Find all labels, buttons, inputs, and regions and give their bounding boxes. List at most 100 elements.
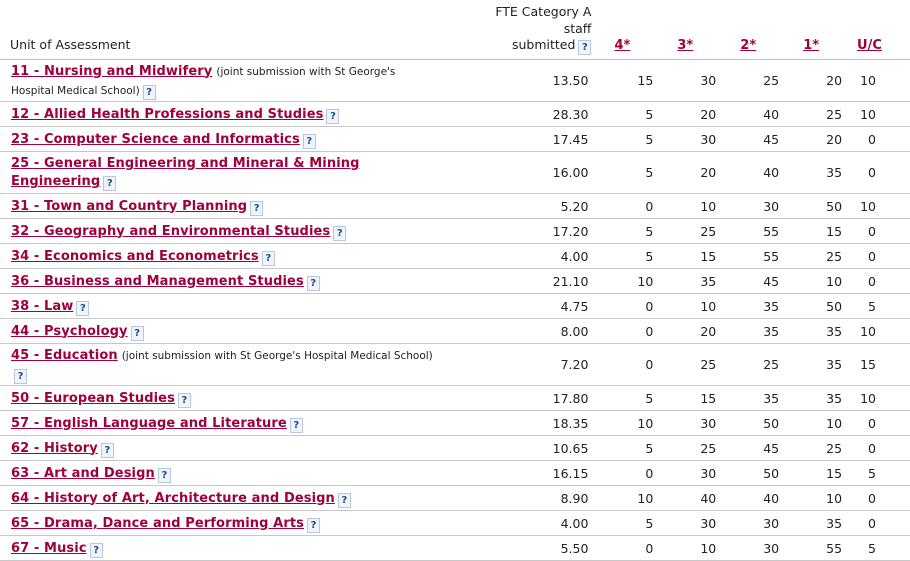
fte-cell: 4.75: [438, 293, 596, 319]
unit-link[interactable]: 65 - Drama, Dance and Performing Arts: [11, 516, 304, 531]
uc-link[interactable]: U/C: [857, 38, 882, 53]
star4-cell: 0: [595, 193, 659, 219]
uc-cell: 0: [847, 410, 910, 436]
unit-link[interactable]: 12 - Allied Health Professions and Studi…: [11, 107, 323, 122]
uc-cell: 10: [847, 318, 910, 344]
star1-cell: 35: [784, 510, 848, 536]
star4-cell: 5: [595, 101, 659, 127]
help-icon[interactable]: ?: [100, 442, 114, 458]
star2-cell: 30: [721, 510, 785, 536]
star1-cell: 25: [784, 243, 848, 269]
unit-link[interactable]: 57 - English Language and Literature: [11, 416, 287, 431]
help-icon[interactable]: ?: [142, 84, 156, 100]
fte-header: FTE Category A staff submitted?: [438, 0, 596, 60]
unit-cell: 63 - Art and Design?: [0, 460, 439, 486]
table-row: 65 - Drama, Dance and Performing Arts? 4.…: [0, 510, 910, 536]
unit-link[interactable]: 45 - Education: [11, 348, 118, 363]
help-icon[interactable]: ?: [103, 176, 117, 191]
table-row: 57 - English Language and Literature? 18.…: [0, 410, 910, 436]
header-row: Unit of Assessment FTE Category A staff …: [0, 0, 910, 60]
star1-cell: 15: [784, 218, 848, 244]
unit-link[interactable]: 25 - General Engineering and Mineral & M…: [11, 156, 360, 189]
unit-link[interactable]: 50 - European Studies: [11, 391, 175, 406]
star4-link[interactable]: 4*: [614, 38, 630, 53]
star3-cell: 35: [658, 268, 722, 294]
table-row: 63 - Art and Design? 16.15 0 30 50 15 5: [0, 460, 910, 486]
unit-link[interactable]: 11 - Nursing and Midwifery: [11, 64, 212, 79]
uc-cell: 0: [847, 151, 910, 194]
star2-cell: 45: [721, 126, 785, 152]
star1-cell: 15: [784, 460, 848, 486]
fte-help-icon[interactable]: ?: [578, 40, 592, 55]
unit-link[interactable]: 23 - Computer Science and Informatics: [11, 132, 300, 147]
help-icon[interactable]: ?: [307, 517, 320, 533]
star2-cell: 30: [721, 193, 785, 219]
star4-header: 4*: [595, 0, 659, 60]
unit-link[interactable]: 34 - Economics and Econometrics: [11, 249, 259, 264]
star4-cell: 10: [595, 410, 659, 436]
help-icon[interactable]: ?: [76, 300, 90, 316]
unit-link[interactable]: 67 - Music: [11, 541, 87, 556]
unit-link[interactable]: 63 - Art and Design: [11, 466, 155, 481]
uc-cell: 0: [847, 485, 910, 511]
table-row: 12 - Allied Health Professions and Studi…: [0, 101, 910, 127]
help-icon[interactable]: ?: [250, 200, 264, 216]
star3-link[interactable]: 3*: [677, 38, 693, 53]
help-icon[interactable]: ?: [333, 225, 347, 241]
unit-cell: 64 - History of Art, Architecture and De…: [0, 485, 439, 511]
table-row: 45 - Education (joint submission with St…: [0, 343, 910, 386]
uc-cell: 5: [847, 535, 910, 561]
unit-link[interactable]: 44 - Psychology: [11, 324, 128, 339]
help-icon[interactable]: ?: [326, 108, 340, 124]
star4-cell: 5: [595, 385, 659, 411]
table-row: 44 - Psychology? 8.00 0 20 35 35 10: [0, 318, 910, 344]
help-icon[interactable]: ?: [289, 417, 303, 433]
star4-cell: 0: [595, 535, 659, 561]
star2-cell: 40: [721, 151, 785, 194]
star1-cell: 55: [784, 535, 848, 561]
uc-cell: 15: [847, 343, 910, 386]
star1-cell: 10: [784, 268, 848, 294]
star3-cell: 20: [658, 151, 722, 194]
star2-link[interactable]: 2*: [740, 38, 756, 53]
table-row: 31 - Town and Country Planning? 5.20 0 10 30…: [0, 193, 910, 219]
unit-link[interactable]: 64 - History of Art, Architecture and De…: [11, 491, 335, 506]
help-icon[interactable]: ?: [130, 325, 144, 341]
star2-cell: 45: [721, 435, 785, 461]
help-icon[interactable]: ?: [302, 133, 316, 149]
star3-cell: 10: [658, 293, 722, 319]
fte-cell: 17.45: [438, 126, 596, 152]
fte-cell: 21.10: [438, 268, 596, 294]
help-icon[interactable]: ?: [337, 492, 351, 508]
star2-cell: 55: [721, 243, 785, 269]
star4-cell: 10: [595, 268, 659, 294]
star4-cell: 5: [595, 435, 659, 461]
star2-cell: 25: [721, 343, 785, 386]
unit-link[interactable]: 32 - Geography and Environmental Studies: [11, 224, 330, 239]
help-icon[interactable]: ?: [261, 250, 275, 266]
uc-cell: 0: [847, 243, 910, 269]
table-row: 62 - History? 10.65 5 25 45 25 0: [0, 435, 910, 461]
star3-header: 3*: [658, 0, 722, 60]
help-icon[interactable]: ?: [157, 467, 171, 483]
unit-link[interactable]: 31 - Town and Country Planning: [11, 199, 247, 214]
unit-link[interactable]: 36 - Business and Management Studies: [11, 274, 304, 289]
unit-cell: 25 - General Engineering and Mineral & M…: [0, 151, 439, 194]
uc-cell: 10: [847, 59, 910, 102]
uc-cell: 0: [847, 218, 910, 244]
unit-cell: 45 - Education (joint submission with St…: [0, 343, 439, 386]
star1-link[interactable]: 1*: [803, 38, 819, 53]
unit-link[interactable]: 38 - Law: [11, 299, 73, 314]
star2-cell: 30: [721, 535, 785, 561]
unit-link[interactable]: 62 - History: [11, 441, 98, 456]
help-icon[interactable]: ?: [14, 368, 27, 384]
help-icon[interactable]: ?: [306, 275, 320, 291]
star1-cell: 25: [784, 435, 848, 461]
star4-cell: 10: [595, 485, 659, 511]
star4-cell: 5: [595, 126, 659, 152]
star1-cell: 20: [784, 126, 848, 152]
help-icon[interactable]: ?: [89, 542, 103, 558]
help-icon[interactable]: ?: [177, 392, 191, 408]
star3-cell: 20: [658, 318, 722, 344]
fte-header-line1: FTE Category A: [495, 4, 592, 19]
